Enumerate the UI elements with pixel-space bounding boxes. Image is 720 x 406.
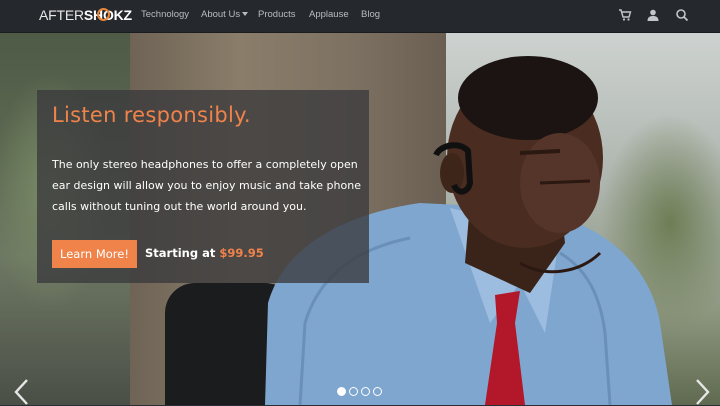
user-icon[interactable]	[646, 8, 660, 22]
chevron-down-icon	[242, 12, 249, 16]
carousel-indicators	[337, 387, 385, 399]
carousel-dot-3[interactable]	[361, 387, 370, 396]
logo-ring-icon	[97, 8, 110, 21]
hero-headline: Listen responsibly.	[52, 103, 251, 127]
price-line: Starting at $99.95	[145, 246, 264, 260]
top-nav: AFTERSHOKZ Technology About Us Products …	[0, 0, 720, 33]
learn-more-button[interactable]: Learn More!	[52, 240, 137, 268]
nav-blog[interactable]: Blog	[361, 9, 380, 21]
nav-about-us[interactable]: About Us	[201, 9, 249, 21]
nav-technology[interactable]: Technology	[141, 9, 189, 21]
aftershokz-logo[interactable]: AFTERSHOKZ	[39, 7, 132, 23]
carousel-prev-icon[interactable]	[12, 378, 30, 405]
carousel-dot-4[interactable]	[373, 387, 382, 396]
carousel-dot-1[interactable]	[337, 387, 346, 396]
search-icon[interactable]	[675, 8, 689, 22]
nav-applause[interactable]: Applause	[309, 9, 349, 21]
hero-description: The only stereo headphones to offer a co…	[52, 158, 361, 213]
hero-banner: Listen responsibly. The only stereo head…	[0, 33, 720, 405]
price-prefix: Starting at	[145, 246, 220, 260]
carousel-dot-2[interactable]	[349, 387, 358, 396]
price-value: $99.95	[219, 246, 264, 260]
nav-products[interactable]: Products	[258, 9, 296, 21]
cart-icon[interactable]	[618, 8, 632, 22]
promo-panel: Listen responsibly. The only stereo head…	[37, 90, 369, 283]
carousel-next-icon[interactable]	[694, 378, 712, 405]
logo-text-light: AFTER	[39, 7, 84, 23]
